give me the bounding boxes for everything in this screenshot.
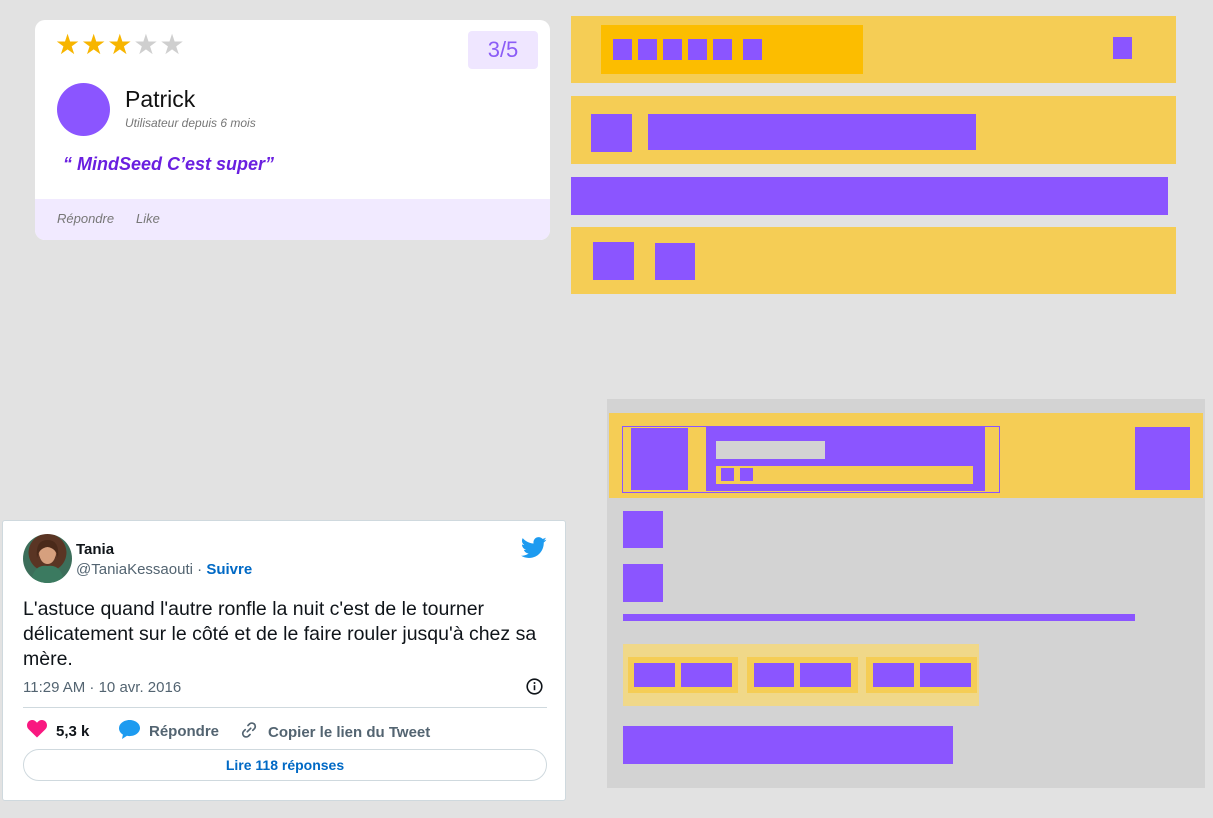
reply-bubble-icon xyxy=(119,720,140,743)
wireframe-read-button xyxy=(623,726,953,764)
link-icon xyxy=(239,720,259,744)
tweet-timestamp[interactable]: 11:29 AM · 10 avr. 2016 xyxy=(23,679,181,696)
wireframe-text-line xyxy=(623,511,663,548)
tweet-card: Tania @TaniaKessaouti · Suivre L'astuce … xyxy=(2,520,566,801)
wireframe-handle-item xyxy=(740,468,753,481)
wireframe-quote-placeholder xyxy=(571,177,1168,215)
follow-link[interactable]: Suivre xyxy=(206,561,252,578)
read-replies-button[interactable]: Lire 118 réponses xyxy=(23,749,547,781)
wireframe-star-placeholder xyxy=(613,39,632,60)
reviewer-name: Patrick xyxy=(125,86,196,112)
wireframe-avatar-placeholder xyxy=(631,428,688,490)
star-icon: ★ xyxy=(55,29,82,60)
reply-link[interactable]: Répondre xyxy=(57,211,114,226)
author-name[interactable]: Tania xyxy=(76,541,114,558)
wireframe-action-label xyxy=(920,663,971,687)
star-empty-icon: ★ xyxy=(159,29,186,60)
score-badge: 3/5 xyxy=(468,31,538,69)
wireframe-logo-placeholder xyxy=(1135,427,1190,490)
info-icon[interactable] xyxy=(526,678,543,695)
review-card: ★★★★★ 3/5 Patrick Utilisateur depuis 6 m… xyxy=(35,20,550,240)
twitter-bird-icon[interactable] xyxy=(520,537,547,559)
star-icon: ★ xyxy=(81,29,108,60)
wireframe-text-line xyxy=(623,564,663,602)
copy-link-label: Copier le lien du Tweet xyxy=(268,723,431,741)
wireframe-action-label xyxy=(800,663,851,687)
wireframe-handle-item xyxy=(721,468,734,481)
like-link[interactable]: Like xyxy=(136,211,160,226)
separator: · xyxy=(192,561,207,578)
star-empty-icon: ★ xyxy=(133,29,160,60)
wireframe-star-placeholder xyxy=(713,39,732,60)
wireframe-action-icon xyxy=(634,663,675,687)
review-quote: “ MindSeed C’est super” xyxy=(63,154,275,174)
reply-label: Répondre xyxy=(149,723,220,740)
wireframe-star-placeholder xyxy=(663,39,682,60)
avatar[interactable] xyxy=(23,534,72,583)
reply-button[interactable]: Répondre xyxy=(119,720,219,743)
avatar xyxy=(57,83,110,136)
reviewer-meta: Utilisateur depuis 6 mois xyxy=(125,116,256,130)
wireframe-name-bar xyxy=(716,441,825,459)
wireframe-avatar-placeholder xyxy=(591,114,632,152)
heart-icon xyxy=(27,719,47,742)
wireframe-action-label xyxy=(681,663,732,687)
divider xyxy=(23,707,547,708)
wireframe-name-placeholder xyxy=(648,114,976,150)
wireframe-action-icon xyxy=(873,663,914,687)
like-count: 5,3 k xyxy=(56,722,90,740)
wireframe-star-placeholder xyxy=(638,39,657,60)
wireframe-action-placeholder xyxy=(655,243,695,280)
star-rating: ★★★★★ xyxy=(55,28,186,62)
wireframe-divider xyxy=(623,614,1135,621)
review-footer: Répondre Like xyxy=(35,199,550,240)
author-handle-line: @TaniaKessaouti · Suivre xyxy=(76,561,252,578)
wireframe-star-placeholder xyxy=(688,39,707,60)
wireframe-score-placeholder xyxy=(1113,37,1132,59)
wireframe-action-icon xyxy=(754,663,794,687)
like-button[interactable]: 5,3 k xyxy=(27,719,90,742)
copy-link-button[interactable]: Copier le lien du Tweet xyxy=(239,720,430,744)
tweet-text: L'astuce quand l'autre ronfle la nuit c'… xyxy=(23,598,537,670)
author-handle[interactable]: @TaniaKessaouti xyxy=(76,561,193,578)
wireframe-action-placeholder xyxy=(593,242,634,280)
wireframe-star-placeholder xyxy=(743,39,762,60)
star-icon: ★ xyxy=(107,29,134,60)
wireframe-handle-bar xyxy=(716,466,973,484)
